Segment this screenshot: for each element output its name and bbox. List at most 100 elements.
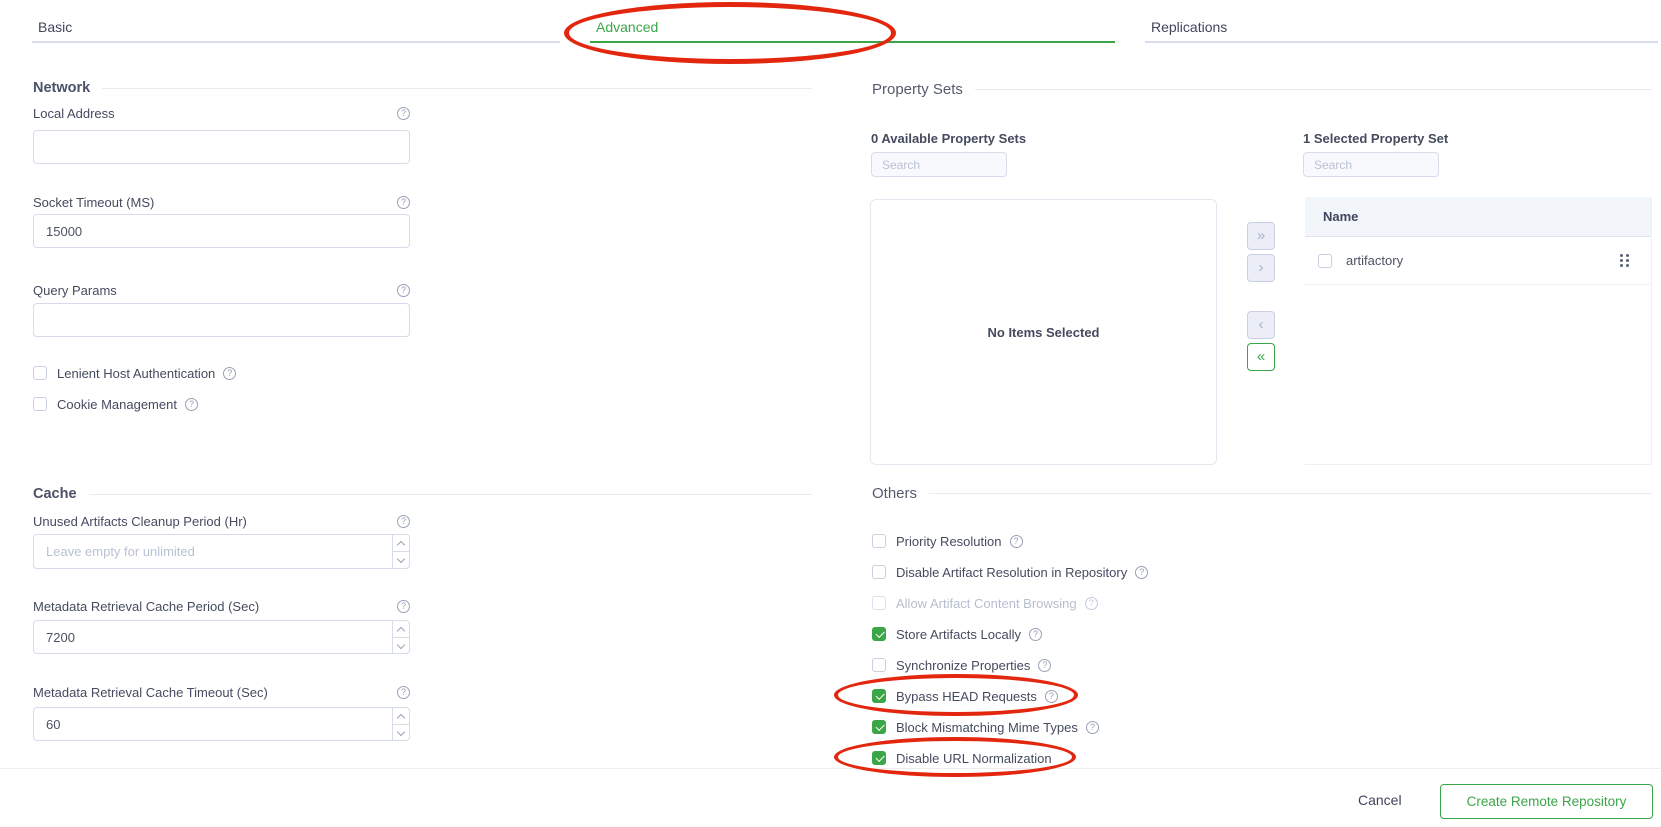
row-checkbox[interactable]: [1318, 254, 1332, 268]
disable-artifact-resolution-checkbox[interactable]: [872, 565, 886, 579]
disable-url-normalization-label: Disable URL Normalization: [896, 751, 1052, 766]
table-row[interactable]: artifactory: [1305, 237, 1651, 285]
table-header-row: Name: [1305, 197, 1651, 237]
help-icon[interactable]: [1038, 659, 1051, 672]
synchronize-properties-checkbox[interactable]: [872, 658, 886, 672]
create-remote-repository-button[interactable]: Create Remote Repository: [1440, 784, 1653, 819]
stepper-down-icon[interactable]: [393, 725, 409, 741]
help-icon[interactable]: [185, 398, 198, 411]
stepper-down-icon[interactable]: [393, 552, 409, 568]
lenient-host-auth-row: Lenient Host Authentication: [33, 365, 236, 381]
help-icon[interactable]: [397, 686, 410, 699]
disable-artifact-resolution-row: Disable Artifact Resolution in Repositor…: [872, 564, 1148, 580]
cleanup-period-label: Unused Artifacts Cleanup Period (Hr): [33, 514, 247, 529]
retrieval-timeout-input[interactable]: [34, 708, 390, 740]
retrieval-period-input[interactable]: [34, 621, 390, 653]
stepper-up-icon[interactable]: [393, 708, 409, 725]
synchronize-properties-label: Synchronize Properties: [896, 658, 1030, 673]
retrieval-period-label: Metadata Retrieval Cache Period (Sec): [33, 599, 259, 614]
drag-handle-icon[interactable]: [1620, 254, 1629, 267]
allow-artifact-content-browsing-row: Allow Artifact Content Browsing: [872, 595, 1098, 611]
property-sets-title: Property Sets: [872, 81, 963, 98]
move-right-button[interactable]: ›: [1247, 254, 1275, 282]
lenient-host-auth-checkbox[interactable]: [33, 366, 47, 380]
query-params-label-row: Query Params: [33, 283, 410, 297]
cookie-management-row: Cookie Management: [33, 396, 198, 412]
cancel-button[interactable]: Cancel: [1358, 792, 1402, 808]
others-section-header: Others: [872, 485, 1652, 501]
socket-timeout-input[interactable]: [33, 214, 410, 248]
block-mismatching-mime-types-checkbox[interactable]: [872, 720, 886, 734]
help-icon[interactable]: [1010, 535, 1023, 548]
cache-section-header: Cache: [33, 486, 812, 502]
name-column-header: Name: [1323, 209, 1358, 224]
query-params-input[interactable]: [33, 303, 410, 337]
section-divider-line: [929, 493, 1652, 494]
help-icon[interactable]: [397, 284, 410, 297]
help-icon[interactable]: [1045, 690, 1058, 703]
store-artifacts-locally-row: Store Artifacts Locally: [872, 626, 1042, 642]
available-property-sets-header: 0 Available Property Sets: [871, 131, 1026, 146]
bypass-head-requests-checkbox[interactable]: [872, 689, 886, 703]
local-address-label: Local Address: [33, 106, 115, 121]
section-divider-line: [102, 88, 812, 89]
selected-search-input[interactable]: [1303, 152, 1439, 177]
query-params-label: Query Params: [33, 283, 117, 298]
network-section-header: Network: [33, 80, 812, 96]
selected-property-set-header: 1 Selected Property Set: [1303, 131, 1448, 146]
disable-url-normalization-row: Disable URL Normalization: [872, 750, 1052, 766]
move-all-right-button[interactable]: »: [1247, 222, 1275, 250]
section-divider-line: [89, 494, 812, 495]
tab-advanced[interactable]: Advanced: [590, 12, 1115, 43]
help-icon[interactable]: [397, 600, 410, 613]
priority-resolution-row: Priority Resolution: [872, 533, 1023, 549]
store-artifacts-locally-label: Store Artifacts Locally: [896, 627, 1021, 642]
block-mismatching-mime-types-label: Block Mismatching Mime Types: [896, 720, 1078, 735]
stepper-up-icon[interactable]: [393, 535, 409, 552]
move-left-button[interactable]: ‹: [1247, 311, 1275, 339]
bypass-head-requests-label: Bypass HEAD Requests: [896, 689, 1037, 704]
socket-timeout-label: Socket Timeout (MS): [33, 195, 154, 210]
cookie-management-checkbox[interactable]: [33, 397, 47, 411]
row-name: artifactory: [1346, 253, 1403, 268]
stepper-up-icon[interactable]: [393, 621, 409, 638]
help-icon[interactable]: [223, 367, 236, 380]
move-all-left-button[interactable]: «: [1247, 343, 1275, 371]
tab-replications-label: Replications: [1151, 19, 1227, 35]
number-stepper: [392, 621, 409, 653]
help-icon[interactable]: [1085, 597, 1098, 610]
priority-resolution-checkbox[interactable]: [872, 534, 886, 548]
block-mismatching-mime-types-row: Block Mismatching Mime Types: [872, 719, 1099, 735]
cleanup-period-field: [33, 534, 410, 569]
allow-artifact-content-browsing-checkbox: [872, 596, 886, 610]
help-icon[interactable]: [397, 107, 410, 120]
footer-divider: [0, 768, 1661, 769]
disable-url-normalization-checkbox[interactable]: [872, 751, 886, 765]
retrieval-period-field: [33, 620, 410, 654]
tab-replications[interactable]: Replications: [1145, 12, 1658, 43]
help-icon[interactable]: [397, 196, 410, 209]
property-sets-section-header: Property Sets: [872, 81, 1652, 97]
selected-property-sets-table: Name artifactory: [1305, 197, 1652, 465]
help-icon[interactable]: [1029, 628, 1042, 641]
store-artifacts-locally-checkbox[interactable]: [872, 627, 886, 641]
local-address-input[interactable]: [33, 130, 410, 164]
tab-basic[interactable]: Basic: [32, 12, 560, 43]
local-address-label-row: Local Address: [33, 106, 410, 120]
disable-artifact-resolution-label: Disable Artifact Resolution in Repositor…: [896, 565, 1127, 580]
available-search-input[interactable]: [871, 152, 1007, 177]
cookie-management-label: Cookie Management: [57, 397, 177, 412]
number-stepper: [392, 708, 409, 740]
number-stepper: [392, 535, 409, 568]
retrieval-timeout-label: Metadata Retrieval Cache Timeout (Sec): [33, 685, 268, 700]
synchronize-properties-row: Synchronize Properties: [872, 657, 1051, 673]
others-title: Others: [872, 485, 917, 502]
no-items-selected-text: No Items Selected: [988, 325, 1100, 340]
help-icon[interactable]: [1135, 566, 1148, 579]
help-icon[interactable]: [397, 515, 410, 528]
create-remote-repository-advanced-panel: Basic Advanced Replications Network Loca…: [0, 0, 1661, 827]
stepper-down-icon[interactable]: [393, 638, 409, 654]
cleanup-period-input[interactable]: [34, 535, 390, 567]
help-icon[interactable]: [1086, 721, 1099, 734]
network-section-title: Network: [33, 80, 90, 96]
